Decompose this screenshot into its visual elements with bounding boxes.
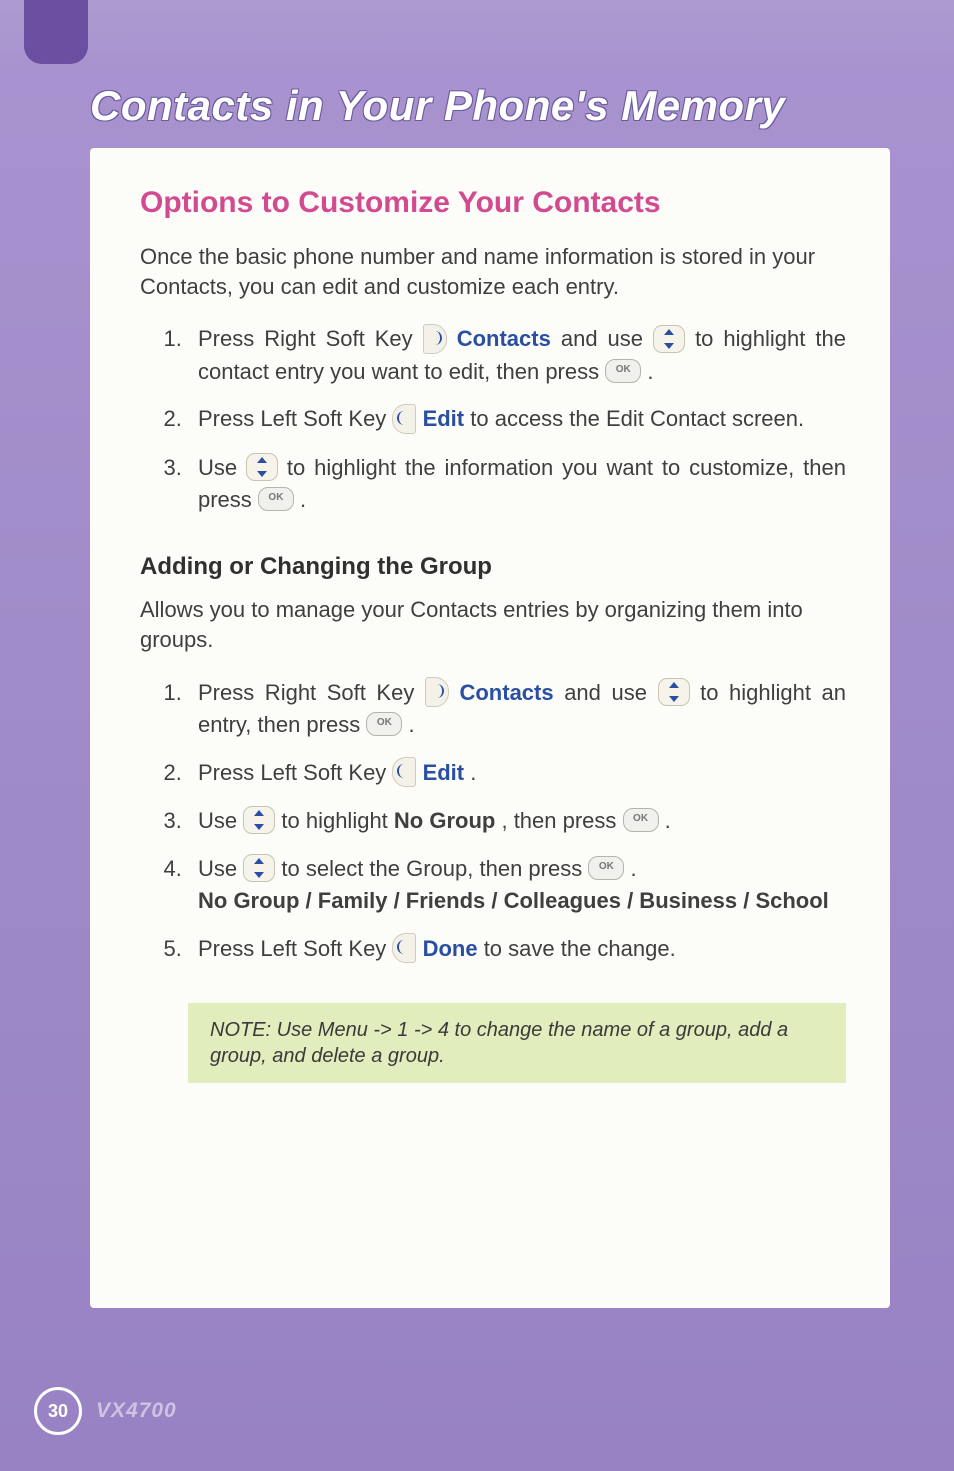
text: Press Right Soft Key xyxy=(198,326,423,351)
text: Press Left Soft Key xyxy=(198,406,392,431)
right-soft-key-icon xyxy=(425,677,449,707)
text: and use xyxy=(561,326,653,351)
left-soft-key-icon xyxy=(392,757,416,787)
note-label: NOTE: xyxy=(210,1019,277,1041)
chapter-title: Contacts in Your Phone's Memory xyxy=(90,82,785,130)
footer: 30 VX4700 xyxy=(34,1387,177,1435)
text: . xyxy=(300,487,306,512)
step-1: Press Right Soft Key Contacts and use to… xyxy=(188,323,846,387)
content-panel: Options to Customize Your Contacts Once … xyxy=(90,148,890,1308)
page-number-badge: 30 xyxy=(34,1387,82,1435)
text: and use xyxy=(564,680,657,705)
nav-up-down-icon xyxy=(243,854,275,882)
contacts-label: Contacts xyxy=(459,680,553,705)
left-soft-key-icon xyxy=(392,933,416,963)
step2-5: Press Left Soft Key Done to save the cha… xyxy=(188,933,846,965)
section-title: Options to Customize Your Contacts xyxy=(140,186,846,220)
steps-list-2: Press Right Soft Key Contacts and use to… xyxy=(140,677,846,965)
text: . xyxy=(630,856,636,881)
step-2: Press Left Soft Key Edit to access the E… xyxy=(188,403,846,435)
no-group-label: No Group xyxy=(394,808,495,833)
ok-key-icon: OK xyxy=(605,359,641,383)
text: . xyxy=(665,808,671,833)
edit-label: Edit xyxy=(423,760,465,785)
note-box: NOTE: Use Menu -> 1 -> 4 to change the n… xyxy=(188,1003,846,1083)
nav-up-down-icon xyxy=(246,453,278,481)
text: . xyxy=(470,760,476,785)
contacts-label: Contacts xyxy=(457,326,551,351)
steps-list-1: Press Right Soft Key Contacts and use to… xyxy=(140,323,846,515)
subsection-intro: Allows you to manage your Contacts entri… xyxy=(140,595,846,654)
text: Press Left Soft Key xyxy=(198,760,392,785)
ok-key-icon: OK xyxy=(258,487,294,511)
nav-up-down-icon xyxy=(243,806,275,834)
text: Use xyxy=(198,856,243,881)
corner-tab xyxy=(24,0,88,64)
step-3: Use to highlight the information you wan… xyxy=(188,452,846,516)
text: Use xyxy=(198,808,243,833)
left-soft-key-icon xyxy=(392,404,416,434)
text: . xyxy=(647,359,653,384)
text: to save the change. xyxy=(484,936,676,961)
text: , then press xyxy=(501,808,622,833)
text: to select the Group, then press xyxy=(281,856,588,881)
right-soft-key-icon xyxy=(423,324,447,354)
subsection-title: Adding or Changing the Group xyxy=(140,553,846,581)
page: Contacts in Your Phone's Memory Options … xyxy=(0,0,954,1471)
group-options: No Group / Family / Friends / Colleagues… xyxy=(198,888,829,913)
ok-key-icon: OK xyxy=(623,808,659,832)
text: Use xyxy=(198,455,246,480)
text: Press Left Soft Key xyxy=(198,936,392,961)
nav-up-down-icon xyxy=(653,325,685,353)
intro-text: Once the basic phone number and name inf… xyxy=(140,242,846,301)
text: Press Right Soft Key xyxy=(198,680,425,705)
step2-2: Press Left Soft Key Edit . xyxy=(188,757,846,789)
model-label: VX4700 xyxy=(96,1399,177,1423)
text: to access the Edit Contact screen. xyxy=(470,406,804,431)
ok-key-icon: OK xyxy=(366,712,402,736)
done-label: Done xyxy=(423,936,478,961)
ok-key-icon: OK xyxy=(588,856,624,880)
nav-up-down-icon xyxy=(658,678,690,706)
edit-label: Edit xyxy=(423,406,465,431)
text: to highlight the information you want to… xyxy=(198,455,846,512)
text: to highlight xyxy=(281,808,394,833)
step2-4: Use to select the Group, then press OK .… xyxy=(188,853,846,917)
step2-3: Use to highlight No Group , then press O… xyxy=(188,805,846,837)
note-body: Use Menu -> 1 -> 4 to change the name of… xyxy=(210,1019,788,1067)
text: . xyxy=(408,712,414,737)
step2-1: Press Right Soft Key Contacts and use to… xyxy=(188,677,846,741)
